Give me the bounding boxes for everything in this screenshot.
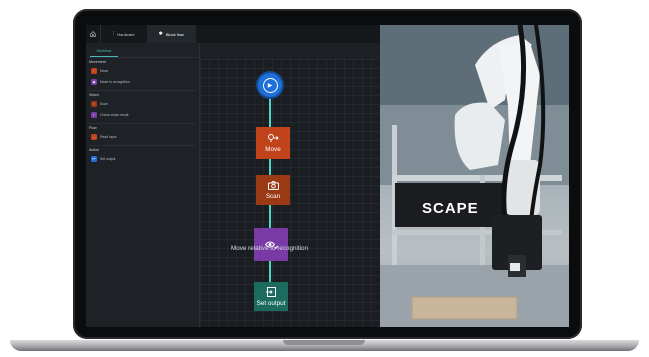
play-icon: ▶ — [262, 77, 278, 93]
output-icon: ↦ — [91, 156, 97, 162]
sidebar-item-label: Check vision result — [100, 113, 129, 117]
flow-connector — [269, 98, 271, 127]
eye-icon: ◉ — [91, 79, 97, 85]
sidebar-item-label: Read input — [100, 135, 117, 139]
camera-icon — [267, 180, 279, 190]
input-icon: → — [91, 134, 97, 140]
canvas-header — [200, 43, 380, 59]
tab-block-flow[interactable]: ✱ Block flow — [146, 25, 196, 43]
home-icon — [90, 31, 96, 37]
laptop-screen: ⫶ Hardware ✱ Block flow Workflow Movemen… — [86, 25, 569, 327]
sidebar-item-label: Move — [100, 69, 109, 73]
sidebar-item-move[interactable]: › Move — [91, 68, 108, 74]
group-title-movement: Movement — [89, 60, 106, 64]
sidebar-divider — [86, 57, 199, 58]
flow-node-move[interactable]: Move — [256, 127, 290, 159]
sidebar-item-move-to-recognition[interactable]: ◉ Move to recognition — [91, 79, 130, 85]
start-node[interactable]: ▶ — [258, 73, 282, 97]
sidebar-item-read-input[interactable]: → Read input — [91, 134, 116, 140]
tab-block-flow-label: Block flow — [165, 31, 184, 37]
flow-node-label: Scan — [265, 192, 281, 200]
group-title-action: Action — [89, 148, 99, 152]
camera-icon: ▪ — [91, 101, 97, 107]
sidebar-item-label: Set output — [100, 157, 116, 161]
tab-hardware[interactable]: ⫶ Hardware — [101, 25, 147, 43]
top-bar: ⫶ Hardware ✱ Block flow — [86, 25, 380, 43]
laptop-notch — [283, 340, 365, 345]
flow-node-scan[interactable]: Scan — [256, 175, 290, 205]
sidebar-divider — [89, 145, 196, 146]
flow-node-label: Move relative to recognition — [231, 245, 309, 252]
app-window: ⫶ Hardware ✱ Block flow Workflow Movemen… — [86, 25, 380, 327]
sidebar-divider — [89, 90, 196, 91]
tab-hardware-label: Hardware — [117, 31, 135, 37]
flow-node-label: Move — [265, 146, 281, 153]
sidebar-tab-workflow[interactable]: Workflow — [90, 46, 118, 57]
scape-sign: SCAPE — [422, 200, 479, 217]
flow-connector — [269, 205, 271, 228]
move-icon: › — [91, 68, 97, 74]
sidebar-item-scan[interactable]: ▪ Scan — [91, 101, 108, 107]
sidebar-item-label: Move to recognition — [100, 80, 130, 84]
home-button[interactable] — [86, 25, 101, 43]
sidebar-item-set-output[interactable]: ↦ Set output — [91, 156, 115, 162]
gear-icon: ✱ — [158, 31, 163, 37]
check-icon: ✓ — [91, 112, 97, 118]
robot-photo: SCAPE — [380, 25, 569, 327]
output-icon — [265, 286, 276, 297]
flow-connector — [269, 261, 271, 282]
sidebar-item-check-vision-result[interactable]: ✓ Check vision result — [91, 112, 128, 118]
group-title-flow: Flow — [89, 126, 97, 130]
group-title-vision: Vision — [89, 93, 99, 97]
robot-scene — [380, 25, 569, 327]
sliders-icon: ⫶ — [113, 31, 115, 37]
flow-node-set-output[interactable]: Set output — [254, 282, 288, 311]
flow-connector — [269, 159, 271, 175]
flow-node-label: Set output — [256, 299, 286, 307]
flow-canvas[interactable] — [200, 59, 380, 327]
sidebar-item-label: Scan — [100, 102, 108, 106]
sidebar-divider — [89, 123, 196, 124]
sidebar: Workflow Movement › Move ◉ Move to recog… — [86, 43, 200, 327]
move-icon — [268, 134, 279, 142]
